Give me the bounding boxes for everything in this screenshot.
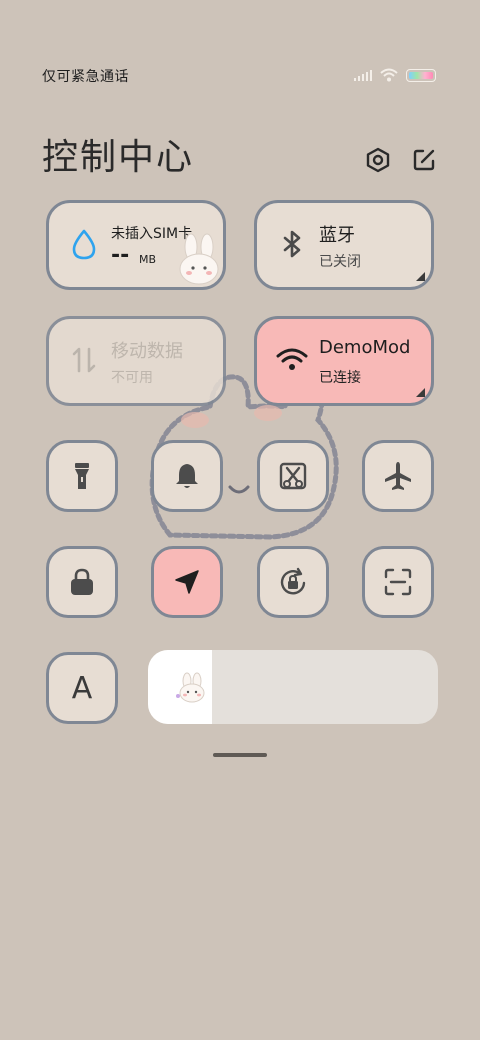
- wifi-status: 已连接: [319, 370, 361, 386]
- brightness-slider[interactable]: [148, 650, 438, 724]
- lock-icon: [71, 568, 93, 595]
- gear-icon: [366, 147, 390, 173]
- lock-screen-toggle[interactable]: [46, 546, 118, 618]
- bunny-sticker-icon: [176, 672, 205, 703]
- expand-corner-icon: [416, 272, 425, 281]
- scan-icon: [384, 568, 412, 596]
- bluetooth-icon: [283, 230, 301, 258]
- font-size-button[interactable]: A: [46, 652, 118, 724]
- sim-data-usage-tile[interactable]: 未插入SIM卡 -- MB: [46, 200, 226, 290]
- screenshot-toggle[interactable]: [257, 440, 329, 512]
- wifi-network-name: DemoMod: [319, 337, 411, 358]
- bluetooth-label: 蓝牙: [319, 225, 355, 246]
- battery-icon: [406, 68, 436, 82]
- airplane-mode-toggle[interactable]: [362, 440, 434, 512]
- screenshot-icon: [279, 462, 307, 490]
- signal-icon: [354, 69, 372, 81]
- water-drop-icon: [72, 229, 96, 260]
- status-icons: [354, 68, 436, 82]
- scan-toggle[interactable]: [362, 546, 434, 618]
- data-usage-unit: MB: [139, 253, 157, 266]
- bluetooth-status: 已关闭: [319, 254, 361, 270]
- mobile-data-label: 移动数据: [111, 341, 183, 362]
- flashlight-icon: [75, 463, 89, 489]
- flashlight-toggle[interactable]: [46, 440, 118, 512]
- wifi-icon: [276, 348, 308, 370]
- page-title: 控制中心: [42, 137, 195, 178]
- wifi-status-icon: [380, 68, 398, 82]
- wifi-tile[interactable]: DemoMod 已连接: [254, 316, 434, 406]
- silent-toggle[interactable]: [151, 440, 223, 512]
- data-arrows-icon: [72, 347, 96, 373]
- status-text: 仅可紧急通话: [42, 69, 129, 85]
- drag-handle[interactable]: [213, 753, 267, 757]
- airplane-icon: [385, 462, 411, 490]
- expand-corner-icon: [416, 388, 425, 397]
- rotation-lock-toggle[interactable]: [257, 546, 329, 618]
- rotation-lock-icon: [280, 567, 306, 595]
- status-bar: 仅可紧急通话: [0, 62, 480, 90]
- edit-button[interactable]: [410, 146, 438, 174]
- bluetooth-tile[interactable]: 蓝牙 已关闭: [254, 200, 434, 290]
- settings-button[interactable]: [364, 146, 392, 174]
- location-arrow-icon: [175, 570, 199, 594]
- mobile-data-tile[interactable]: 移动数据 不可用: [46, 316, 226, 406]
- bell-icon: [176, 464, 198, 488]
- data-usage-value: --: [111, 243, 130, 268]
- font-button-label: A: [71, 670, 93, 706]
- mobile-data-status: 不可用: [111, 370, 153, 386]
- location-toggle[interactable]: [151, 546, 223, 618]
- bunny-sticker: [179, 233, 219, 285]
- edit-icon: [413, 149, 435, 171]
- header: 控制中心: [42, 124, 442, 184]
